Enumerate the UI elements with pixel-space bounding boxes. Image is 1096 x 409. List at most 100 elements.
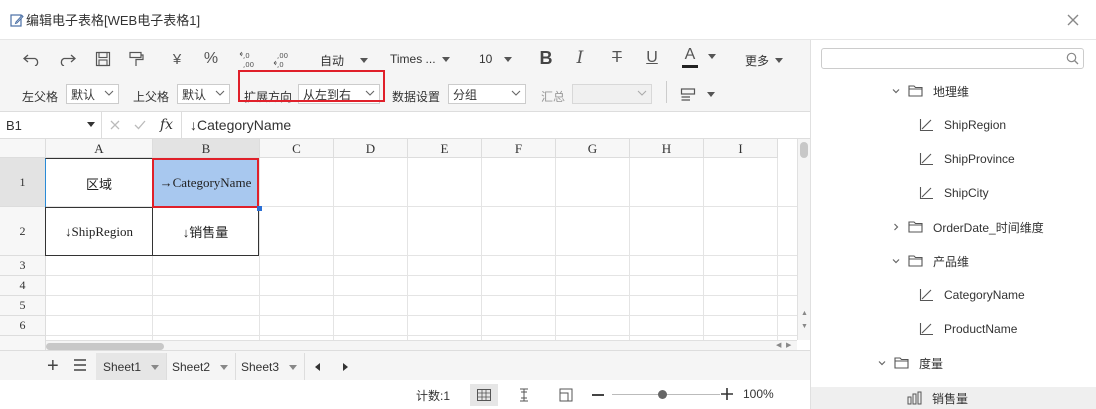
horizontal-scrollbar[interactable]: ◀ ▶ xyxy=(46,340,797,350)
sheet-next-icon[interactable] xyxy=(343,363,348,371)
vertical-scrollbar[interactable]: ▲ ▼ xyxy=(797,139,810,340)
zoom-slider-handle[interactable] xyxy=(658,390,667,399)
row-header-6[interactable]: 6 xyxy=(0,316,46,336)
font-color-dropdown[interactable] xyxy=(708,54,716,59)
summary-select[interactable] xyxy=(572,84,652,104)
sheet-tab-1[interactable]: Sheet1 xyxy=(96,353,168,381)
decrease-decimal-icon[interactable]: ,00,0 xyxy=(272,49,294,71)
tree-item[interactable]: CategoryName xyxy=(919,285,1025,305)
measure-icon xyxy=(907,391,922,405)
vertical-scroll-thumb[interactable] xyxy=(800,142,808,158)
font-color-button[interactable]: A xyxy=(680,44,700,70)
select-all-corner[interactable] xyxy=(0,139,46,158)
cancel-icon[interactable] xyxy=(110,120,120,130)
row-header-5[interactable]: 5 xyxy=(0,296,46,316)
search-input[interactable] xyxy=(828,49,1058,67)
tree-item[interactable]: 度量 xyxy=(877,353,943,373)
chevron-down-icon[interactable] xyxy=(891,256,901,266)
zoom-out-icon[interactable] xyxy=(592,394,604,396)
column-header-c[interactable]: C xyxy=(260,139,334,158)
font-family-select[interactable]: Times ... xyxy=(390,52,450,66)
strikethrough-button[interactable]: T xyxy=(608,46,626,70)
tree-item[interactable]: 产品维 xyxy=(891,251,969,271)
top-parent-select[interactable]: 默认 xyxy=(177,84,230,104)
bold-button[interactable]: B xyxy=(536,46,556,70)
cell-b2[interactable]: ↓销售量 xyxy=(152,207,259,256)
normal-view-icon[interactable] xyxy=(470,384,498,406)
cell-name-box[interactable]: B1 xyxy=(0,112,102,138)
increase-decimal-icon[interactable]: ,0,00 xyxy=(238,49,260,71)
page-break-view-icon[interactable] xyxy=(510,384,538,406)
tree-item[interactable]: OrderDate_时间维度 xyxy=(891,217,1044,237)
column-header-d[interactable]: D xyxy=(334,139,408,158)
sheet-tab-2[interactable]: Sheet2 xyxy=(165,353,237,381)
column-header-g[interactable]: G xyxy=(556,139,630,158)
zoom-in-icon[interactable] xyxy=(720,387,734,401)
tree-item[interactable]: ShipProvince xyxy=(919,149,1015,169)
tree-item[interactable]: ShipRegion xyxy=(919,115,1006,135)
spreadsheet-grid[interactable]: ABCDEFGHI 123456 区域 →CategoryName ↓ShipR… xyxy=(0,139,810,350)
font-size-select[interactable]: 10 xyxy=(479,52,513,66)
grid-line xyxy=(46,335,797,336)
sheet-tab-3[interactable]: Sheet3 xyxy=(234,353,306,381)
chevron-right-icon[interactable] xyxy=(891,222,901,232)
save-icon[interactable] xyxy=(93,49,113,69)
left-parent-select[interactable]: 默认 xyxy=(66,84,119,104)
column-header-f[interactable]: F xyxy=(482,139,556,158)
chevron-down-icon xyxy=(707,92,715,97)
scroll-right-arrow[interactable]: ▶ xyxy=(786,341,791,349)
column-header-h[interactable]: H xyxy=(630,139,704,158)
column-header-a[interactable]: A xyxy=(46,139,153,158)
search-icon[interactable] xyxy=(1066,52,1079,65)
tree-item[interactable]: 地理维 xyxy=(891,81,969,101)
page-layout-view-icon[interactable] xyxy=(552,384,580,406)
add-sheet-icon[interactable]: + xyxy=(47,355,59,378)
chevron-down-icon[interactable] xyxy=(877,358,887,368)
currency-icon[interactable]: ¥ xyxy=(168,49,186,69)
font-size-value: 10 xyxy=(479,52,493,66)
cell-a2[interactable]: ↓ShipRegion xyxy=(45,207,153,256)
chevron-down-icon[interactable] xyxy=(891,86,901,96)
title-bar: 编辑电子表格[WEB电子表格1] xyxy=(0,0,1096,40)
row-header-1[interactable]: 1 xyxy=(0,158,46,207)
close-icon[interactable] xyxy=(1064,11,1082,29)
column-header-b[interactable]: B xyxy=(153,139,260,158)
formula-input[interactable]: ↓CategoryName xyxy=(190,112,291,138)
row-header-2[interactable]: 2 xyxy=(0,207,46,256)
confirm-icon[interactable] xyxy=(134,120,146,130)
tree-item[interactable]: ShipCity xyxy=(919,183,989,203)
redo-icon[interactable] xyxy=(57,49,77,69)
undo-icon[interactable] xyxy=(22,49,42,69)
search-box[interactable] xyxy=(821,48,1084,69)
horizontal-scroll-thumb[interactable] xyxy=(46,343,164,350)
grid-line xyxy=(629,158,630,350)
sheet-prev-icon[interactable] xyxy=(315,363,320,371)
data-setting-select[interactable]: 分组 xyxy=(448,84,526,104)
font-size-mode-select[interactable]: 自动 xyxy=(320,52,369,69)
tree-item[interactable]: 销售量 xyxy=(811,387,1096,409)
svg-text:,0: ,0 xyxy=(277,61,284,69)
font-color-swatch xyxy=(682,65,698,68)
cell-property-dropdown[interactable] xyxy=(707,92,715,97)
function-icon[interactable]: fx xyxy=(160,117,173,133)
percent-icon[interactable]: % xyxy=(201,49,221,69)
cell-a1[interactable]: 区域 xyxy=(45,158,153,208)
format-painter-icon[interactable] xyxy=(126,49,146,69)
column-header-e[interactable]: E xyxy=(408,139,482,158)
scroll-down-arrow[interactable]: ▼ xyxy=(800,322,809,331)
row-header-3[interactable]: 3 xyxy=(0,256,46,276)
scroll-up-arrow[interactable]: ▲ xyxy=(800,309,809,318)
column-header-i[interactable]: I xyxy=(704,139,778,158)
chevron-down-icon xyxy=(708,54,716,59)
row-header-4[interactable]: 4 xyxy=(0,276,46,296)
more-menu[interactable]: 更多 xyxy=(745,52,784,69)
cell-property-icon[interactable] xyxy=(679,85,699,105)
italic-button[interactable]: I xyxy=(571,46,589,70)
left-parent-label: 左父格 xyxy=(22,90,59,104)
underline-button[interactable]: U xyxy=(643,46,661,70)
tree-item[interactable]: ProductName xyxy=(919,319,1017,339)
scroll-left-arrow[interactable]: ◀ xyxy=(776,341,781,349)
fill-handle[interactable] xyxy=(257,206,262,211)
sheet-list-icon[interactable] xyxy=(72,357,88,373)
chevron-down-icon xyxy=(511,90,521,96)
